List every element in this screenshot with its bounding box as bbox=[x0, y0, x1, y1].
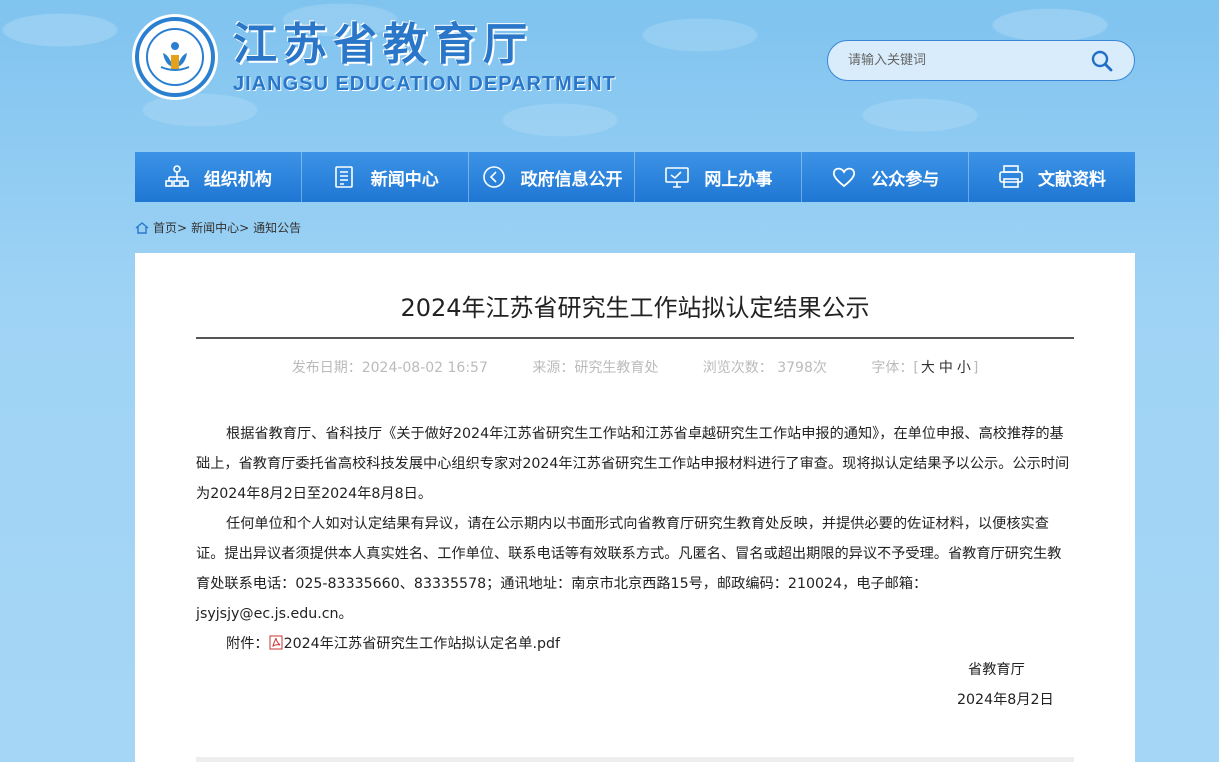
font-small-button[interactable]: 小 bbox=[957, 360, 971, 376]
nav-label: 网上办事 bbox=[704, 169, 773, 190]
attachment-label: 附件： bbox=[226, 636, 269, 652]
font-large-button[interactable]: 大 bbox=[921, 360, 935, 376]
nav-label: 新闻中心 bbox=[370, 169, 439, 190]
font-size-switcher: 字体：[大中小] bbox=[871, 360, 979, 376]
source: 来源：研究生教育处 bbox=[532, 360, 659, 376]
paragraph: 根据省教育厅、省科技厅《关于做好2024年江苏省研究生工作站和江苏省卓越研究生工… bbox=[196, 426, 1070, 502]
nav-item-online-service[interactable]: 网上办事 bbox=[635, 152, 803, 202]
breadcrumb-separator: > bbox=[239, 220, 250, 235]
breadcrumb-home[interactable]: 首页 bbox=[153, 219, 177, 236]
site-subtitle: JIANGSU EDUCATION DEPARTMENT bbox=[233, 72, 616, 95]
nav-label: 政府信息公开 bbox=[520, 169, 623, 190]
nav-label: 组织机构 bbox=[203, 169, 272, 190]
paragraph: 任何单位和个人如对认定结果有异议，请在公示期内以书面形式向省教育厅研究生教育处反… bbox=[196, 516, 1062, 622]
attachment-link[interactable]: 2024年江苏省研究生工作站拟认定名单.pdf bbox=[284, 636, 560, 652]
breadcrumb-notice[interactable]: 通知公告 bbox=[253, 219, 301, 236]
printer-icon bbox=[999, 165, 1023, 188]
site-logo[interactable]: 江苏省教育厅 JIANGSU EDUCATION DEPARTMENT bbox=[135, 17, 616, 97]
nav-item-news[interactable]: 新闻中心 bbox=[302, 152, 469, 202]
publish-date: 发布日期：2024-08-02 16:57 bbox=[291, 360, 488, 376]
share-bar bbox=[196, 757, 1074, 762]
breadcrumb: 首页 > 新闻中心 > 通知公告 bbox=[135, 219, 301, 236]
title-divider bbox=[196, 337, 1074, 339]
breadcrumb-separator: > bbox=[177, 220, 188, 235]
sign-date: 2024年8月2日 bbox=[957, 692, 1054, 708]
main-nav: 组织机构 新闻中心 政府信息公开 网上办事 公众参与 文献资料 bbox=[135, 152, 1135, 202]
attachment-row: 附件： 2024年江苏省研究生工作站拟认定名单.pdf bbox=[196, 629, 1074, 659]
search-icon[interactable] bbox=[1090, 49, 1114, 73]
article-meta: 发布日期：2024-08-02 16:57 来源：研究生教育处 浏览次数： 37… bbox=[196, 357, 1074, 377]
nav-label: 公众参与 bbox=[871, 169, 940, 190]
nav-item-organization[interactable]: 组织机构 bbox=[135, 152, 302, 202]
search-input[interactable] bbox=[848, 53, 1088, 68]
emblem-icon bbox=[135, 17, 215, 97]
document-icon bbox=[334, 166, 353, 188]
font-medium-button[interactable]: 中 bbox=[939, 360, 953, 376]
home-icon bbox=[135, 221, 149, 234]
nav-label: 文献资料 bbox=[1038, 169, 1107, 190]
article-title: 2024年江苏省研究生工作站拟认定结果公示 bbox=[400, 294, 870, 322]
article-body: 根据省教育厅、省科技厅《关于做好2024年江苏省研究生工作站和江苏省卓越研究生工… bbox=[196, 419, 1074, 659]
signer: 省教育厅 bbox=[968, 662, 1025, 678]
monitor-icon bbox=[665, 167, 690, 188]
nav-item-documents[interactable]: 文献资料 bbox=[969, 152, 1135, 202]
view-count: 浏览次数： 3798次 bbox=[702, 360, 827, 376]
org-chart-icon bbox=[165, 165, 189, 187]
nav-item-gov-info[interactable]: 政府信息公开 bbox=[469, 152, 636, 202]
nav-item-participation[interactable]: 公众参与 bbox=[802, 152, 970, 202]
heart-icon bbox=[833, 167, 856, 188]
article-panel: 2024年江苏省研究生工作站拟认定结果公示 发布日期：2024-08-02 16… bbox=[135, 253, 1135, 762]
arrow-circle-icon bbox=[482, 166, 505, 188]
search-box bbox=[827, 40, 1135, 81]
pdf-icon bbox=[269, 635, 283, 650]
breadcrumb-news[interactable]: 新闻中心 bbox=[191, 219, 239, 236]
site-title: 江苏省教育厅 bbox=[233, 18, 533, 70]
